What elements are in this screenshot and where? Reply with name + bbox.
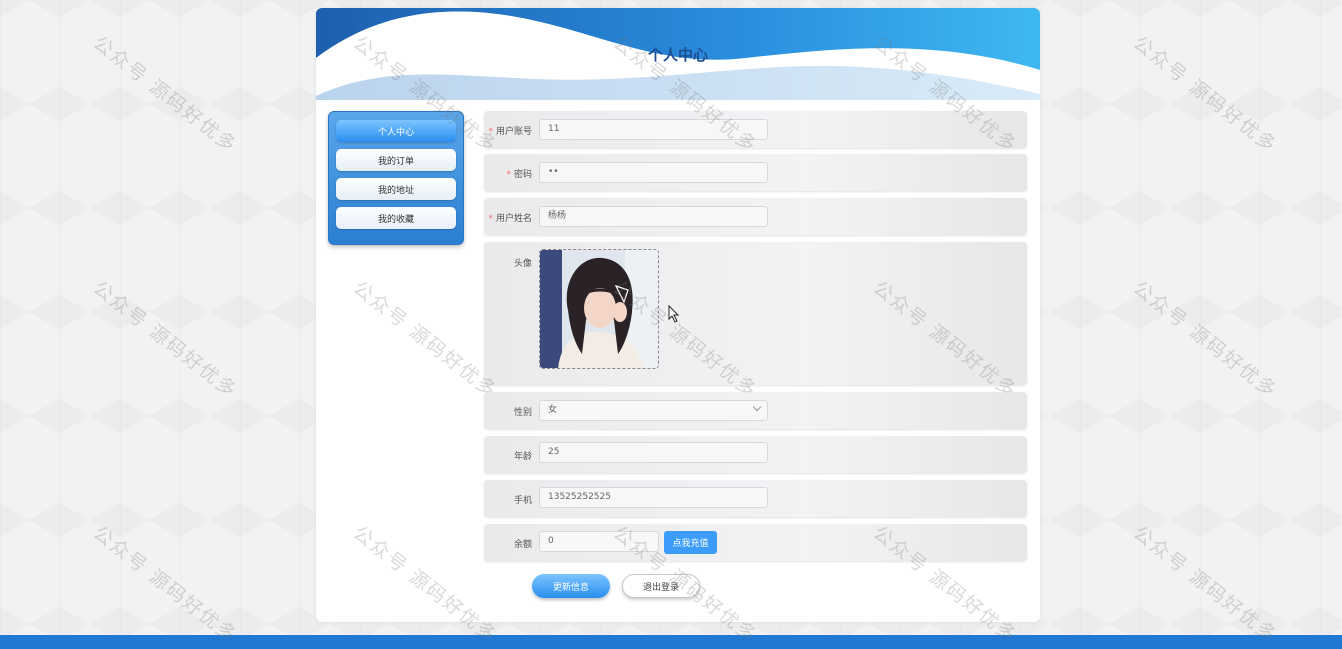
password-input[interactable]: ••	[539, 162, 768, 183]
gender-select[interactable]: 女	[539, 400, 768, 421]
chevron-down-icon	[752, 402, 762, 412]
avatar-upload[interactable]	[539, 249, 659, 369]
age-input[interactable]: 25	[539, 442, 768, 463]
avatar-image	[540, 250, 658, 368]
sidebar-item-address[interactable]: 我的地址	[336, 178, 456, 200]
name-label: * 用户姓名	[488, 211, 532, 224]
form-row-balance: 余额 0 点我充值	[484, 524, 1027, 561]
account-input[interactable]: 11	[539, 119, 768, 140]
password-label: * 密码	[506, 167, 532, 180]
form-row-avatar: 头像	[484, 242, 1027, 385]
balance-input[interactable]: 0	[539, 531, 659, 552]
required-mark: *	[488, 214, 493, 224]
form-row-gender: 性别 女	[484, 392, 1027, 429]
sidebar-item-favorites[interactable]: 我的收藏	[336, 207, 456, 229]
phone-input[interactable]: 13525252525	[539, 487, 768, 508]
name-input[interactable]: 杨杨	[539, 206, 768, 227]
sidebar-item-orders[interactable]: 我的订单	[336, 149, 456, 171]
header-banner: 个人中心	[316, 8, 1040, 100]
required-mark: *	[488, 127, 493, 137]
sidebar-item-profile[interactable]: 个人中心	[336, 120, 456, 142]
sidebar-menu: 个人中心 我的订单 我的地址 我的收藏	[328, 111, 464, 245]
form-row-account: * 用户账号 11	[484, 111, 1027, 148]
recharge-button[interactable]: 点我充值	[664, 531, 717, 554]
avatar-label: 头像	[513, 259, 532, 269]
update-info-button[interactable]: 更新信息	[532, 574, 610, 598]
account-label: * 用户账号	[488, 124, 532, 137]
gender-value: 女	[548, 405, 558, 415]
age-label: 年龄	[513, 452, 532, 462]
form-row-phone: 手机 13525252525	[484, 480, 1027, 517]
account-label-text: 用户账号	[495, 127, 532, 137]
phone-label: 手机	[513, 496, 532, 506]
mouse-cursor-icon	[668, 305, 680, 323]
footer-bar	[0, 635, 1342, 649]
logout-button[interactable]: 退出登录	[622, 574, 700, 598]
balance-label: 余额	[513, 540, 532, 550]
name-label-text: 用户姓名	[495, 214, 532, 224]
form-row-password: * 密码 ••	[484, 154, 1027, 191]
form-row-age: 年龄 25	[484, 436, 1027, 473]
form-row-name: * 用户姓名 杨杨	[484, 198, 1027, 235]
password-label-text: 密码	[513, 170, 532, 180]
gender-label: 性别	[513, 408, 532, 418]
required-mark: *	[506, 170, 511, 180]
page-title: 个人中心	[647, 46, 708, 64]
